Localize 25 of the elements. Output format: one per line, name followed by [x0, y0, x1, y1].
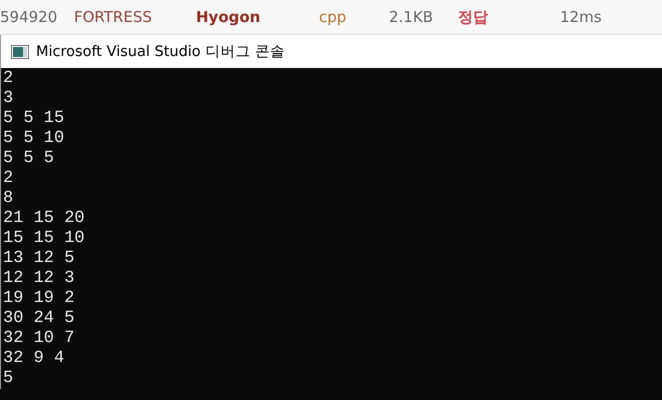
console-line: 5 5 15 [3, 109, 64, 129]
console-line: 30 24 5 [3, 309, 74, 329]
console-line: 12 12 3 [3, 269, 74, 289]
code-size: 2.1KB [389, 8, 433, 26]
console-line: 15 15 10 [3, 229, 85, 249]
run-time: 12ms [560, 8, 602, 26]
console-line: 5 [3, 369, 14, 389]
console-line: 21 15 20 [3, 209, 85, 229]
user-link[interactable]: Hyogon [196, 8, 260, 26]
console-line: 32 10 7 [3, 329, 74, 349]
console-line: 19 19 2 [3, 289, 74, 309]
submission-id: 594920 [0, 8, 58, 26]
language-link[interactable]: cpp [319, 8, 346, 26]
console-line: 2 [3, 169, 14, 189]
window-title: Microsoft Visual Studio 디버그 콘솔 [36, 43, 285, 61]
problem-link[interactable]: FORTRESS [74, 8, 152, 26]
result-label: 정답 [458, 8, 488, 26]
console-line: 3 [3, 89, 14, 109]
console-line: 5 5 5 [3, 149, 54, 169]
console-line: 5 5 10 [3, 129, 64, 149]
console-line: 13 12 5 [3, 249, 74, 269]
console-line: 32 9 4 [3, 349, 64, 369]
console-line: 8 [3, 189, 14, 209]
console-app-icon [11, 44, 29, 58]
console-line: 2 [3, 69, 14, 89]
